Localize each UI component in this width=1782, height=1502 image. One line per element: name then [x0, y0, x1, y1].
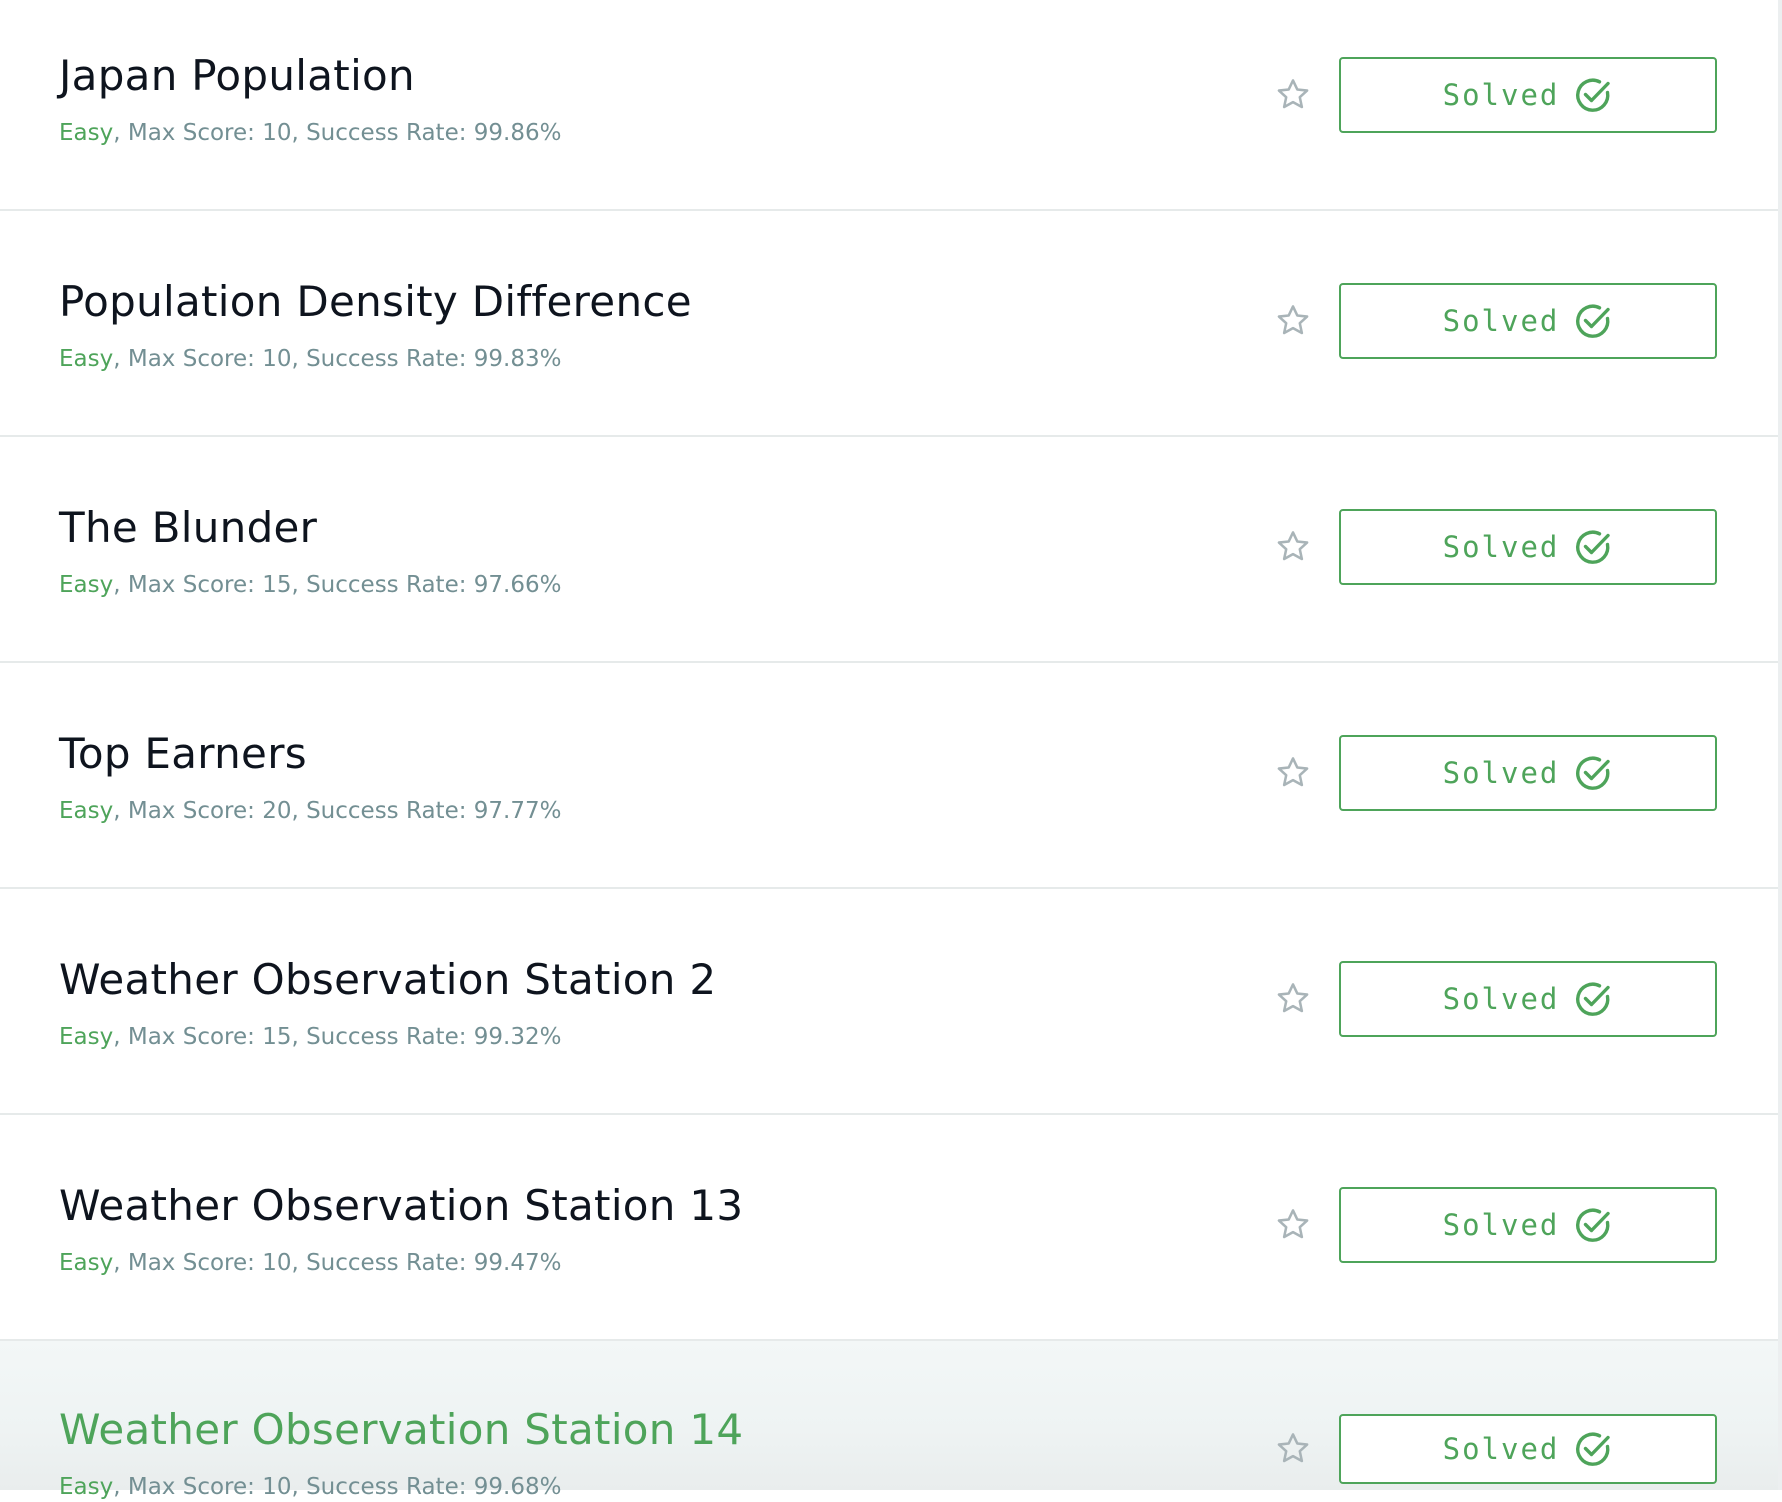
challenge-title[interactable]: Weather Observation Station 13 [59, 1178, 743, 1234]
star-outline-icon[interactable] [1274, 1430, 1312, 1468]
challenge-meta: Easy, Max Score: 10, Success Rate: 99.83… [59, 344, 561, 374]
challenge-title[interactable]: Japan Population [59, 48, 415, 104]
star-outline-icon[interactable] [1274, 302, 1312, 340]
challenge-row[interactable]: Population Density Difference Easy, Max … [0, 226, 1778, 437]
star-outline-icon[interactable] [1274, 754, 1312, 792]
solved-button[interactable]: Solved [1339, 283, 1717, 359]
challenge-meta: Easy, Max Score: 20, Success Rate: 97.77… [59, 796, 561, 826]
difficulty-label: Easy [59, 1024, 114, 1050]
difficulty-label: Easy [59, 1474, 114, 1500]
challenge-title[interactable]: Weather Observation Station 14 [59, 1402, 743, 1458]
star-outline-icon[interactable] [1274, 1206, 1312, 1244]
solved-button[interactable]: Solved [1339, 1187, 1717, 1263]
solved-label: Solved [1442, 982, 1560, 1016]
challenge-meta: Easy, Max Score: 15, Success Rate: 99.32… [59, 1022, 561, 1052]
challenge-row[interactable]: Weather Observation Station 13 Easy, Max… [0, 1130, 1778, 1341]
challenge-stats: , Max Score: 15, Success Rate: 99.32% [113, 1024, 562, 1050]
page-right-border [1778, 0, 1782, 1490]
solved-button[interactable]: Solved [1339, 57, 1717, 133]
solved-label: Solved [1442, 78, 1560, 112]
challenge-row[interactable]: Top Earners Easy, Max Score: 20, Success… [0, 678, 1778, 889]
check-circle-icon [1573, 527, 1613, 567]
solved-button[interactable]: Solved [1339, 735, 1717, 811]
solved-label: Solved [1442, 1208, 1560, 1242]
challenge-row[interactable]: Weather Observation Station 2 Easy, Max … [0, 904, 1778, 1115]
solved-button[interactable]: Solved [1339, 509, 1717, 585]
check-circle-icon [1573, 1429, 1613, 1469]
solved-label: Solved [1442, 530, 1560, 564]
challenge-stats: , Max Score: 10, Success Rate: 99.83% [113, 346, 562, 372]
challenge-stats: , Max Score: 20, Success Rate: 97.77% [113, 798, 562, 824]
check-circle-icon [1573, 1205, 1613, 1245]
challenge-stats: , Max Score: 10, Success Rate: 99.47% [113, 1250, 562, 1276]
difficulty-label: Easy [59, 798, 114, 824]
check-circle-icon [1573, 753, 1613, 793]
challenge-row-hovered[interactable]: Weather Observation Station 14 Easy, Max… [0, 1341, 1778, 1500]
check-circle-icon [1573, 979, 1613, 1019]
check-circle-icon [1573, 301, 1613, 341]
solved-button[interactable]: Solved [1339, 1414, 1717, 1484]
challenge-title[interactable]: Top Earners [59, 726, 307, 782]
challenge-row[interactable]: The Blunder Easy, Max Score: 15, Success… [0, 452, 1778, 663]
difficulty-label: Easy [59, 1250, 114, 1276]
difficulty-label: Easy [59, 572, 114, 598]
challenge-meta: Easy, Max Score: 10, Success Rate: 99.86… [59, 118, 561, 148]
solved-button[interactable]: Solved [1339, 961, 1717, 1037]
star-outline-icon[interactable] [1274, 528, 1312, 566]
challenge-title[interactable]: Weather Observation Station 2 [59, 952, 716, 1008]
challenge-stats: , Max Score: 10, Success Rate: 99.68% [113, 1474, 562, 1500]
solved-label: Solved [1442, 756, 1560, 790]
challenge-meta: Easy, Max Score: 15, Success Rate: 97.66… [59, 570, 561, 600]
star-outline-icon[interactable] [1274, 980, 1312, 1018]
challenge-title[interactable]: Population Density Difference [59, 274, 692, 330]
difficulty-label: Easy [59, 120, 114, 146]
challenge-stats: , Max Score: 10, Success Rate: 99.86% [113, 120, 562, 146]
solved-label: Solved [1442, 1432, 1560, 1466]
check-circle-icon [1573, 75, 1613, 115]
challenge-title[interactable]: The Blunder [59, 500, 317, 556]
challenge-row[interactable]: Japan Population Easy, Max Score: 10, Su… [0, 0, 1778, 211]
challenge-meta: Easy, Max Score: 10, Success Rate: 99.47… [59, 1248, 561, 1278]
challenge-stats: , Max Score: 15, Success Rate: 97.66% [113, 572, 562, 598]
star-outline-icon[interactable] [1274, 76, 1312, 114]
difficulty-label: Easy [59, 346, 114, 372]
challenge-meta: Easy, Max Score: 10, Success Rate: 99.68… [59, 1472, 561, 1502]
solved-label: Solved [1442, 304, 1560, 338]
